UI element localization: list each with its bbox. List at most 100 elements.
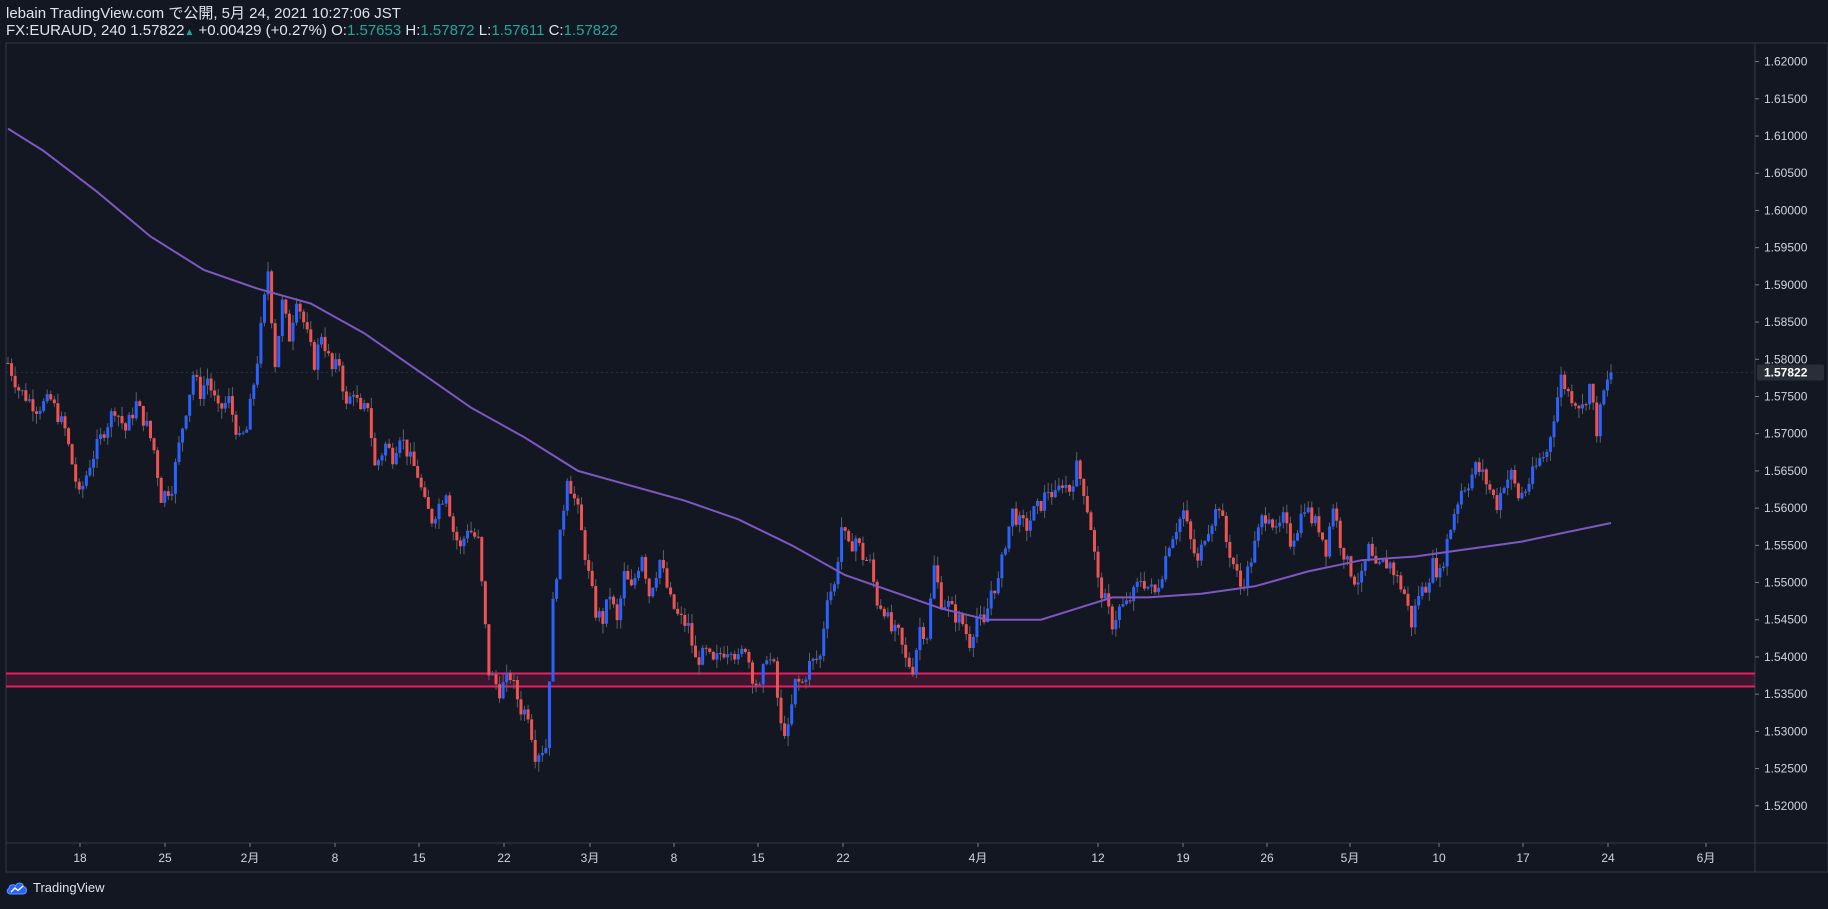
tradingview-logo[interactable]: TradingView: [6, 880, 105, 895]
candle-body: [451, 516, 455, 532]
time-tick-label: 15: [751, 851, 765, 865]
candle-body: [1075, 460, 1079, 487]
candle-body: [569, 480, 573, 494]
candle-body: [1413, 605, 1417, 628]
candle-body: [476, 536, 480, 538]
candle-body: [56, 403, 60, 422]
chart-frame: [5, 42, 1828, 873]
candle-body: [1271, 519, 1275, 528]
candle-body: [1459, 490, 1463, 505]
candle-body: [1239, 570, 1243, 587]
candle-body: [1135, 581, 1139, 588]
price-tick-label: 1.62000: [1764, 55, 1808, 69]
candle-body: [1470, 474, 1474, 489]
candle-body: [615, 604, 619, 621]
candle-body: [1057, 485, 1061, 491]
candle-body: [327, 351, 331, 354]
candle-body: [1096, 551, 1100, 578]
price-chart[interactable]: 1.62000 1.61500 1.61000 1.60500 1.60000 1.595…: [0, 0, 1828, 909]
candle-body: [1274, 526, 1278, 528]
candle-body: [191, 375, 195, 395]
candle-body: [961, 614, 965, 625]
candle-body: [800, 681, 804, 683]
candle-body: [911, 666, 915, 675]
candle-body: [697, 657, 701, 665]
candle-body: [551, 598, 555, 682]
time-tick-label: 2月: [241, 851, 260, 865]
candle-body: [1420, 586, 1424, 596]
candle-body: [644, 556, 648, 579]
candle-body: [793, 678, 797, 705]
candle-body: [1043, 492, 1047, 511]
candle-body: [1484, 469, 1488, 485]
candle-body: [512, 679, 516, 681]
candle-body: [971, 636, 975, 648]
candle-body: [163, 491, 167, 503]
price-tick-label: 1.59000: [1764, 278, 1808, 292]
candle-body: [726, 654, 730, 658]
candle-body: [1260, 515, 1264, 528]
time-axis[interactable]: 18 25 2月 8 15 22 3月 8 15 22 4月 12 19 26 5月 10 17 24 6月: [73, 843, 1715, 865]
price-tick-label: 1.53500: [1764, 687, 1808, 701]
candle-body: [1064, 484, 1068, 488]
candle-body: [84, 475, 88, 486]
candle-body: [597, 611, 601, 618]
candle-body: [220, 403, 224, 409]
candle-body: [1538, 458, 1542, 466]
candle-body: [900, 627, 904, 645]
candle-body: [565, 480, 569, 511]
candle-body: [1103, 593, 1107, 599]
candle-body: [88, 467, 92, 476]
candle-body: [1007, 526, 1011, 549]
candle-body: [1068, 484, 1072, 492]
candle-body: [1185, 510, 1189, 522]
candle-body: [462, 538, 466, 547]
candle-body: [234, 414, 238, 435]
candle-body: [319, 336, 323, 345]
candle-body: [587, 560, 591, 571]
candle-body: [893, 624, 897, 632]
time-tick-label: 4月: [969, 851, 988, 865]
candle-body: [1392, 562, 1396, 576]
candle-body: [1253, 540, 1257, 563]
candle-body: [544, 747, 548, 753]
candle-body: [864, 559, 868, 561]
price-tick-label: 1.61500: [1764, 92, 1808, 106]
candle-body: [1356, 582, 1360, 585]
candle-body: [366, 403, 370, 409]
candle-body: [466, 530, 470, 539]
candle-body: [1149, 584, 1153, 587]
candle-body: [45, 394, 49, 402]
candle-body: [255, 363, 259, 385]
candle-body: [444, 495, 448, 504]
candle-body: [1566, 389, 1570, 392]
candle-body: [957, 614, 961, 623]
candle-body: [925, 638, 929, 640]
candle-body: [989, 590, 993, 609]
candle-body: [1531, 466, 1535, 484]
candle-body: [1082, 478, 1086, 496]
candle-body: [861, 542, 865, 560]
time-tick-label: 12: [1091, 851, 1105, 865]
candle-body: [1206, 534, 1210, 542]
candle-body: [102, 434, 106, 438]
candle-body: [334, 359, 338, 370]
candle-body: [1598, 404, 1602, 437]
candle-body: [1434, 558, 1438, 578]
candle-body: [49, 394, 53, 400]
candle-body: [398, 440, 402, 453]
candle-body: [24, 390, 28, 401]
price-axis[interactable]: 1.62000 1.61500 1.61000 1.60500 1.60000 1.595…: [1755, 55, 1808, 813]
candle-body: [715, 653, 719, 660]
candle-body: [287, 313, 291, 342]
candle-body: [441, 503, 445, 505]
candle-body: [572, 493, 576, 499]
candle-body: [1345, 556, 1349, 560]
candle-body: [1516, 483, 1520, 499]
candle-body: [170, 493, 174, 496]
candle-body: [1299, 513, 1303, 534]
candle-body: [59, 416, 63, 422]
candle-body: [341, 365, 345, 392]
candle-body: [1481, 469, 1485, 472]
candle-body: [939, 582, 943, 609]
